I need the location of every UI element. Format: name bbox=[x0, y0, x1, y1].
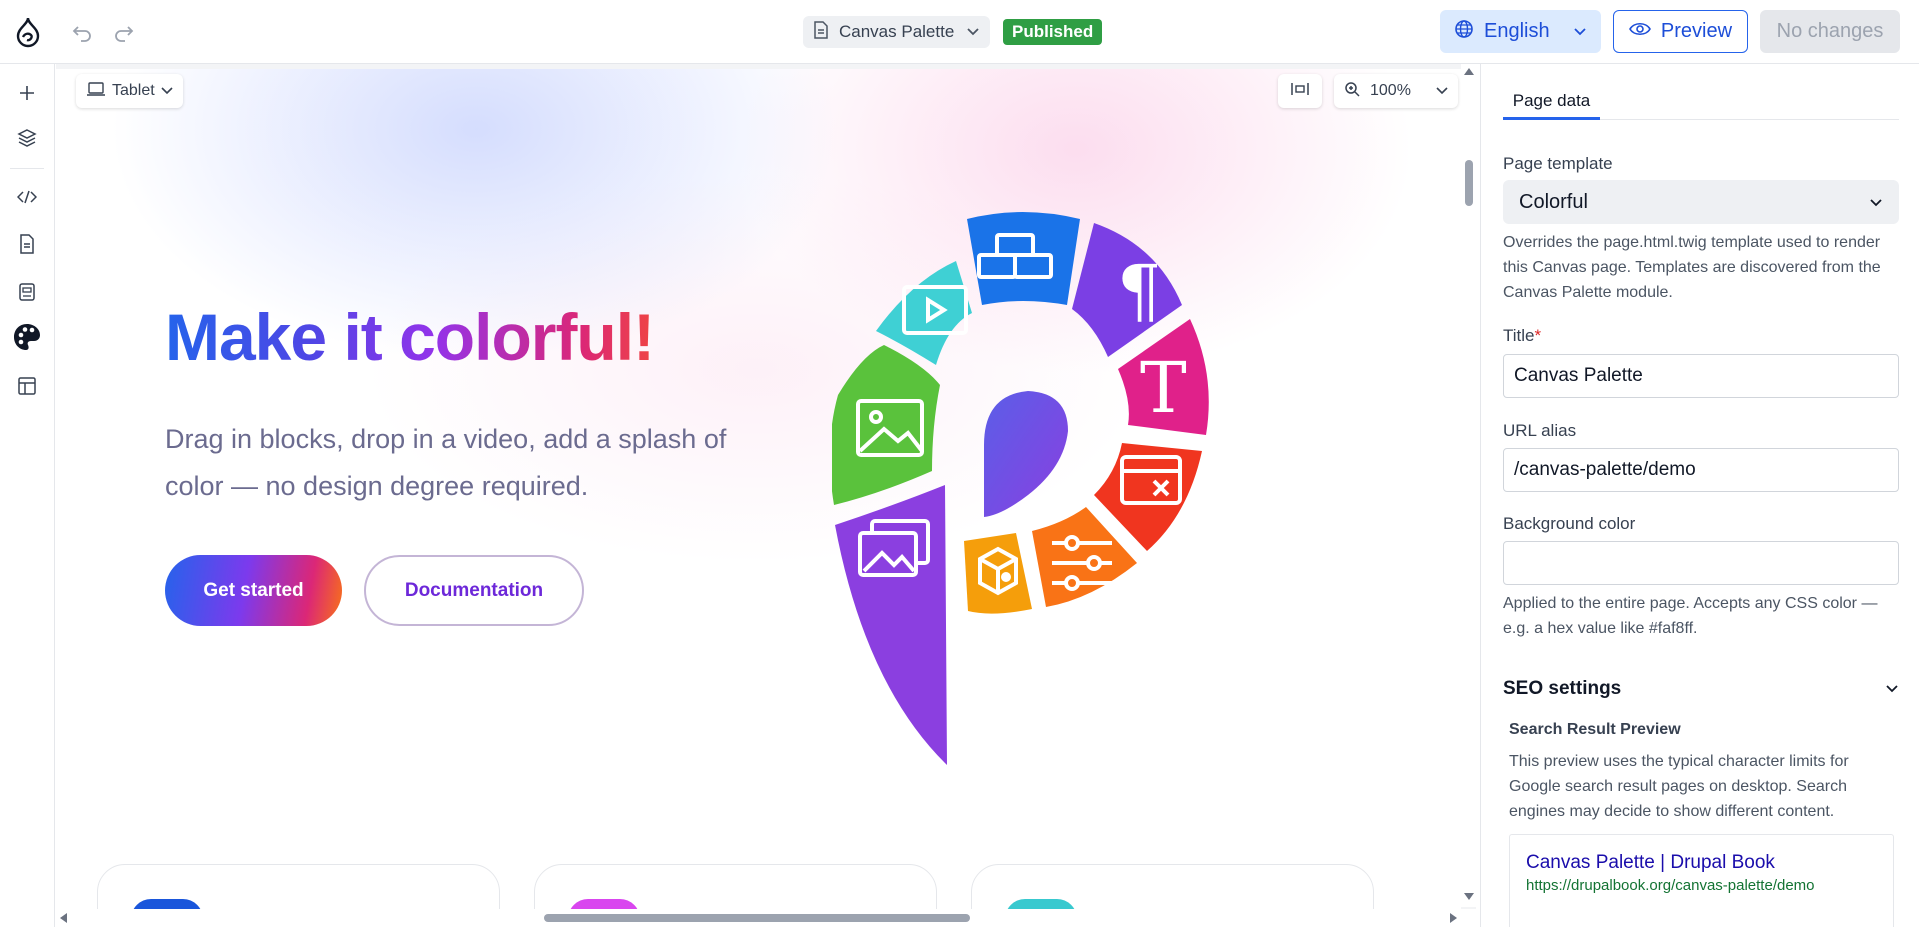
device-label: Tablet bbox=[112, 82, 155, 99]
background-color-help: Applied to the entire page. Accepts any … bbox=[1503, 595, 1878, 637]
publish-button[interactable]: No changes bbox=[1760, 10, 1900, 53]
chevron-down-icon bbox=[1885, 678, 1899, 700]
search-result-link[interactable]: Canvas Palette | Drupal Book bbox=[1526, 851, 1877, 875]
page-data-panel: Page data Page template Colorful Overrid… bbox=[1480, 64, 1919, 927]
chevron-down-icon bbox=[1573, 20, 1587, 43]
hero-heading: Make it colorful! bbox=[165, 297, 654, 377]
eye-icon bbox=[1628, 20, 1651, 43]
background-color-input[interactable] bbox=[1503, 541, 1899, 585]
language-dropdown[interactable]: English bbox=[1440, 10, 1601, 53]
url-alias-label: URL alias bbox=[1503, 421, 1577, 440]
title-input[interactable]: Canvas Palette bbox=[1503, 354, 1899, 398]
page-template-label: Page template bbox=[1503, 154, 1613, 173]
template-icon[interactable] bbox=[12, 277, 42, 307]
preview-frame: Make it colorful! Drag in blocks, drop i… bbox=[56, 69, 1461, 909]
chevron-down-icon bbox=[1436, 82, 1448, 100]
chevron-down-icon bbox=[966, 22, 980, 42]
feature-card bbox=[971, 864, 1374, 909]
laptop-icon bbox=[86, 81, 106, 101]
layers-icon[interactable] bbox=[12, 123, 42, 153]
title-label: Title* bbox=[1503, 326, 1542, 345]
background-color-label: Background color bbox=[1503, 514, 1636, 533]
scrollbar-thumb[interactable] bbox=[1465, 160, 1473, 206]
feature-card bbox=[534, 864, 937, 909]
code-icon[interactable] bbox=[12, 182, 42, 212]
gallery-segment bbox=[835, 485, 947, 765]
rail-divider bbox=[10, 168, 44, 169]
globe-icon bbox=[1454, 19, 1474, 45]
zoom-icon bbox=[1344, 81, 1360, 102]
panel-tabs: Page data bbox=[1503, 84, 1899, 120]
page-title-label: Canvas Palette bbox=[839, 22, 955, 41]
horizontal-scrollbar[interactable] bbox=[56, 909, 1476, 927]
undo-icon[interactable] bbox=[70, 20, 94, 44]
redo-icon[interactable] bbox=[112, 20, 136, 44]
scroll-up-icon[interactable] bbox=[1464, 68, 1474, 75]
card-chip bbox=[131, 899, 203, 909]
palette-icon[interactable] bbox=[12, 322, 42, 352]
left-sidebar bbox=[0, 64, 55, 927]
feature-card bbox=[97, 864, 500, 909]
top-bar: Canvas Palette Published English Preview… bbox=[0, 0, 1919, 64]
editor-canvas: Make it colorful! Drag in blocks, drop i… bbox=[56, 64, 1476, 927]
svg-text:¶: ¶ bbox=[1117, 250, 1162, 332]
scroll-down-icon[interactable] bbox=[1464, 893, 1474, 900]
card-chip bbox=[1005, 899, 1077, 909]
chevron-down-icon bbox=[161, 82, 173, 100]
page-template-select[interactable]: Colorful bbox=[1503, 180, 1899, 224]
search-preview-help: This preview uses the typical character … bbox=[1509, 753, 1849, 820]
add-icon[interactable] bbox=[12, 78, 42, 108]
scroll-left-icon[interactable] bbox=[60, 913, 67, 923]
hero-subtitle: Drag in blocks, drop in a video, add a s… bbox=[165, 424, 727, 501]
tab-page-data[interactable]: Page data bbox=[1503, 84, 1600, 120]
url-alias-input[interactable]: /canvas-palette/demo bbox=[1503, 448, 1899, 492]
layout-icon[interactable] bbox=[12, 371, 42, 401]
seo-settings-label: SEO settings bbox=[1503, 678, 1622, 699]
svg-text:T: T bbox=[1140, 347, 1187, 429]
search-preview-title: Search Result Preview bbox=[1509, 721, 1681, 738]
search-result-preview: Canvas Palette | Drupal Book https://dru… bbox=[1509, 834, 1894, 927]
zoom-level: 100% bbox=[1370, 82, 1411, 99]
scroll-right-icon[interactable] bbox=[1450, 913, 1457, 923]
preview-button[interactable]: Preview bbox=[1613, 10, 1748, 53]
zoom-dropdown[interactable]: 100% bbox=[1334, 74, 1458, 108]
blocks-segment bbox=[967, 212, 1080, 305]
get-started-button[interactable]: Get started bbox=[165, 555, 342, 626]
seo-settings-toggle[interactable]: SEO settings bbox=[1503, 676, 1899, 702]
device-dropdown[interactable]: Tablet bbox=[76, 74, 183, 108]
document-icon bbox=[813, 20, 829, 44]
fit-width-icon bbox=[1290, 81, 1310, 102]
documentation-button[interactable]: Documentation bbox=[364, 555, 584, 626]
page-title-dropdown[interactable]: Canvas Palette bbox=[803, 16, 990, 48]
language-label: English bbox=[1484, 20, 1550, 42]
preview-label: Preview bbox=[1660, 20, 1733, 42]
drupal-logo-icon[interactable] bbox=[14, 16, 42, 48]
center-drop bbox=[984, 391, 1068, 517]
page-template-help: Overrides the page.html.twig template us… bbox=[1503, 234, 1881, 301]
page-template-value: Colorful bbox=[1519, 190, 1588, 213]
palette-wheel-illustration: ¶ T bbox=[829, 205, 1312, 785]
search-result-url: https://drupalbook.org/canvas-palette/de… bbox=[1526, 877, 1815, 894]
scrollbar-thumb[interactable] bbox=[544, 914, 970, 922]
card-chip bbox=[568, 899, 640, 909]
status-badge: Published bbox=[1003, 19, 1103, 45]
chevron-down-icon bbox=[1869, 191, 1883, 214]
fit-width-button[interactable] bbox=[1278, 74, 1322, 108]
page-icon[interactable] bbox=[12, 229, 42, 259]
vertical-scrollbar[interactable] bbox=[1461, 64, 1476, 907]
